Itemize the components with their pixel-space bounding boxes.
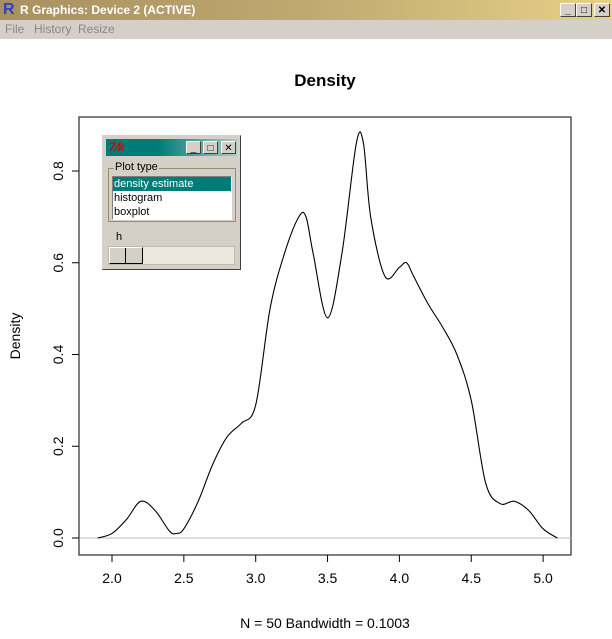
tk-feather-icon: 7⁄k xyxy=(109,140,125,154)
menu-file[interactable]: File xyxy=(5,20,24,39)
title-bar: R R Graphics: Device 2 (ACTIVE) _ □ ✕ xyxy=(0,0,612,20)
x-tick-label: 2.5 xyxy=(174,570,194,586)
plot-type-group: Plot type density estimate histogram box… xyxy=(108,161,236,222)
r-logo-icon: R xyxy=(3,1,15,18)
density-plot: Density 2.0 2.5 3.0 3.5 4.0 4.5 5.0 0.0 0.2 0.4 0.… xyxy=(7,71,572,631)
option-histogram[interactable]: histogram xyxy=(113,191,231,205)
y-tick-label: 0.2 xyxy=(50,436,66,456)
close-button[interactable]: ✕ xyxy=(594,3,610,17)
minimize-button[interactable]: _ xyxy=(560,3,576,17)
plot-type-list[interactable]: density estimate histogram boxplot xyxy=(112,176,232,220)
y-tick-label: 0.0 xyxy=(50,528,66,548)
x-tick-label: 3.0 xyxy=(246,570,266,586)
window-title: R Graphics: Device 2 (ACTIVE) xyxy=(20,3,196,17)
menu-resize[interactable]: Resize xyxy=(78,20,115,39)
h-slider-thumb[interactable] xyxy=(109,247,143,264)
tk-maximize-button[interactable]: □ xyxy=(203,141,218,154)
y-tick-label: 0.6 xyxy=(50,253,66,273)
option-density-estimate[interactable]: density estimate xyxy=(113,177,231,191)
tk-control-window: 7⁄k _ □ ✕ Plot type density estimate his… xyxy=(102,135,241,270)
chart-title: Density xyxy=(294,71,356,90)
x-tick-label: 3.5 xyxy=(318,570,338,586)
maximize-button[interactable]: □ xyxy=(576,3,592,17)
y-axis-label: Density xyxy=(7,313,23,360)
x-axis-label: N = 50 Bandwidth = 0.1003 xyxy=(240,615,410,631)
menu-history[interactable]: History xyxy=(34,20,71,39)
menu-bar: File History Resize xyxy=(0,20,612,39)
tk-minimize-button[interactable]: _ xyxy=(186,141,201,154)
y-tick-label: 0.4 xyxy=(50,345,66,365)
option-boxplot[interactable]: boxplot xyxy=(113,205,231,219)
x-tick-label: 4.5 xyxy=(462,570,482,586)
x-tick-label: 4.0 xyxy=(390,570,410,586)
h-slider-label: h xyxy=(116,231,123,243)
tk-title-bar: 7⁄k _ □ ✕ xyxy=(106,139,237,156)
x-tick-label: 2.0 xyxy=(102,570,122,586)
x-tick-label: 5.0 xyxy=(533,570,553,586)
tk-close-button[interactable]: ✕ xyxy=(221,141,236,154)
h-slider[interactable] xyxy=(108,246,235,265)
plot-type-label: Plot type xyxy=(114,161,159,173)
y-tick-label: 0.8 xyxy=(50,161,66,181)
